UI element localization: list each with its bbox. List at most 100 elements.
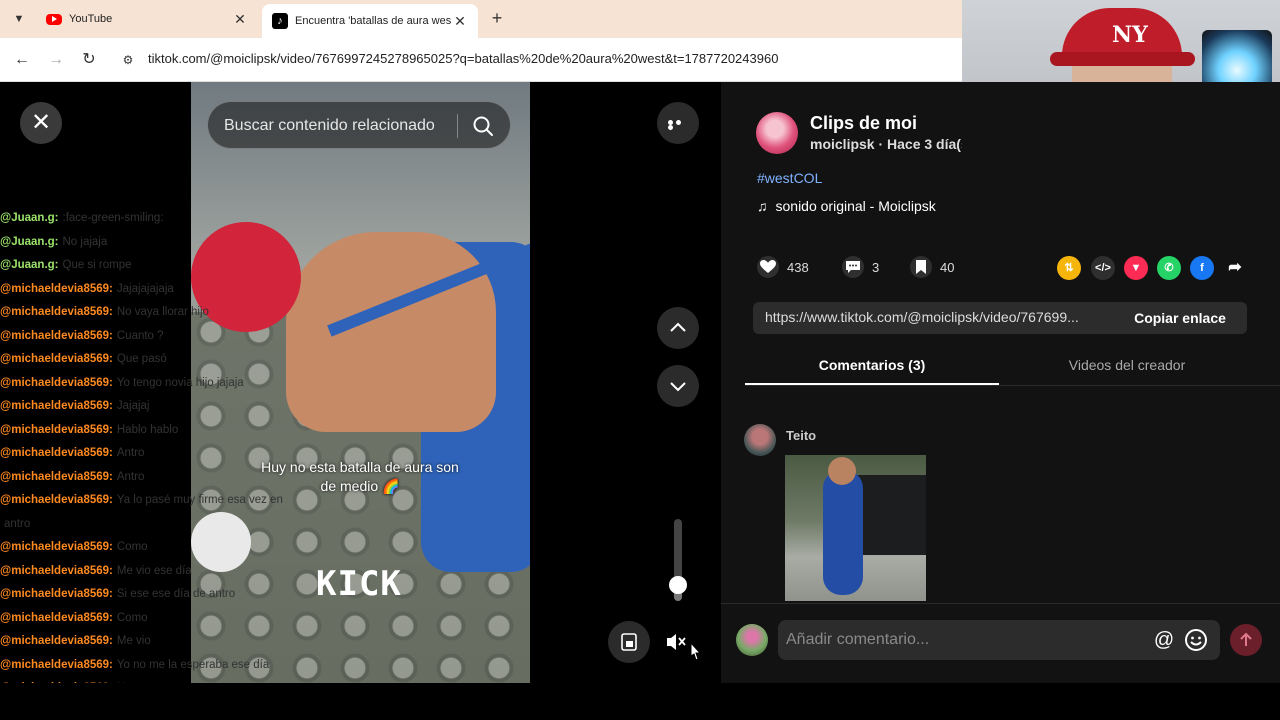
chat-text: Antro (116, 447, 145, 459)
my-avatar (736, 624, 768, 656)
chat-username: @michaeldevia8569: (0, 353, 113, 365)
comment-image-person (823, 470, 863, 595)
chat-username: @michaeldevia8569: (0, 658, 113, 671)
facebook-icon[interactable]: f (1190, 256, 1214, 280)
save-button[interactable]: 40 (910, 256, 954, 278)
emoji-icon[interactable] (1184, 628, 1208, 652)
share-arrow-icon[interactable]: ➦ (1223, 256, 1247, 280)
chat-text: Jajajajajaja (116, 282, 174, 295)
chat-username: @michaeldevia8569: (0, 564, 113, 577)
chat-text: Yo no me la esperaba ese día (116, 658, 270, 671)
more-dots-icon (668, 120, 688, 130)
whatsapp-icon[interactable]: ✆ (1157, 256, 1181, 280)
send-to-friends-icon[interactable]: ▼ (1124, 256, 1148, 280)
video-link-text[interactable]: https://www.tiktok.com/@moiclipsk/video/… (765, 309, 1107, 325)
comment-username[interactable]: Teito (786, 428, 816, 443)
next-video-button[interactable] (657, 365, 699, 407)
search-icon[interactable] (472, 115, 494, 137)
more-options-button[interactable] (657, 102, 699, 144)
mention-icon[interactable]: @ (1152, 628, 1176, 652)
comment-button[interactable]: 3 (842, 256, 879, 278)
close-tab-icon[interactable]: ✕ (232, 11, 248, 28)
comment-image[interactable] (785, 455, 926, 601)
pip-icon (621, 633, 637, 651)
chat-username: @michaeldevia8569: (0, 494, 113, 506)
kick-watermark: KICK (316, 564, 402, 604)
chat-message: @Juaan.g: Que si rompe (0, 259, 330, 283)
mouse-cursor-icon (690, 641, 701, 661)
chat-text: Cuanto ? (116, 329, 164, 342)
tab-title: Encuentra 'batallas de aura wes (295, 15, 452, 27)
copy-link-button[interactable]: Copiar enlace (1113, 302, 1247, 334)
hashtag-link[interactable]: #westCOL (757, 170, 822, 186)
chat-username: @michaeldevia8569: (0, 376, 113, 389)
bottom-strip (0, 683, 1280, 720)
chat-text: Hablo hablo (116, 423, 179, 436)
comment-input[interactable] (786, 620, 1146, 660)
creator-name[interactable]: Clips de moi (810, 113, 917, 134)
cap-logo: NY (1112, 22, 1148, 48)
previous-video-button[interactable] (657, 307, 699, 349)
url-field[interactable]: tiktok.com/@moiclipsk/video/767699724527… (148, 51, 778, 66)
chat-text: No vaya llorar hijo (116, 306, 209, 318)
chat-username: @michaeldevia8569: (0, 588, 113, 600)
chat-text: Jajajaj (116, 400, 150, 412)
tab-comments[interactable]: Comentarios (3) (745, 357, 999, 373)
close-tab-icon[interactable]: ✕ (452, 13, 468, 30)
embed-code-icon[interactable]: </> (1091, 256, 1115, 280)
tab-youtube[interactable]: YouTube ✕ (36, 4, 258, 34)
chat-username: @michaeldevia8569: (0, 306, 113, 318)
chat-message: @michaeldevia8569: Ya lo pasé muy firme e… (0, 494, 330, 518)
chat-text: Yo tengo novia hijo jajaja (116, 376, 244, 389)
site-info-icon[interactable]: ⚙ (119, 51, 137, 69)
new-tab-button[interactable]: + (486, 8, 508, 30)
back-arrow-icon[interactable]: ← (10, 48, 34, 72)
tab-title: YouTube (69, 13, 113, 25)
creator-avatar[interactable] (756, 112, 798, 154)
chat-message: @michaeldevia8569: Si ese ese día de antr… (0, 588, 330, 612)
save-count: 40 (940, 259, 955, 275)
forward-arrow-icon[interactable]: → (44, 48, 68, 72)
search-divider (457, 114, 458, 138)
chat-message: @Juaan.g: No jajaja (0, 236, 330, 260)
tab-tiktok[interactable]: ♪ Encuentra 'batallas de aura wes ✕ (262, 4, 478, 38)
related-search-bar[interactable]: Buscar contenido relacionado (207, 101, 511, 149)
chat-text: No jajaja (62, 235, 108, 248)
chevron-down-icon (670, 382, 686, 392)
address-bar: ← → ↻ ⚙ tiktok.com/@moiclipsk/video/7676… (0, 38, 962, 82)
comment-count: 3 (872, 259, 880, 275)
cap-brim (1050, 52, 1195, 66)
volume-knob[interactable] (669, 575, 687, 594)
reload-icon[interactable]: ↻ (77, 48, 101, 72)
sound-link[interactable]: ♫ sonido original - Moiclipsk (757, 198, 936, 214)
chevron-up-icon (670, 322, 686, 332)
chat-username: @michaeldevia8569: (0, 329, 113, 342)
chat-username: @michaeldevia8569: (0, 282, 113, 295)
chat-text: Si ese ese día de antro (116, 588, 236, 600)
tab-creator-videos[interactable]: Videos del creador (1000, 357, 1254, 373)
post-comment-button[interactable] (1230, 624, 1262, 656)
youtube-icon (46, 13, 62, 25)
video-caption: Huy no esta batalla de aura son de medio… (261, 459, 459, 494)
chat-username: @michaeldevia8569: (0, 611, 113, 624)
chat-message: @michaeldevia8569: Jajajaj (0, 400, 330, 424)
comment-user-avatar[interactable] (744, 424, 776, 456)
like-button[interactable]: 438 (757, 256, 809, 278)
active-tab-indicator (745, 383, 999, 385)
bookmark-icon (910, 256, 932, 278)
repost-icon[interactable]: ⇅ (1057, 256, 1081, 280)
chat-text: Que si rompe (62, 259, 132, 271)
chat-username: @Juaan.g: (0, 235, 59, 248)
chat-username: @michaeldevia8569: (0, 541, 113, 553)
chat-message: @michaeldevia8569: No vaya llorar hijo (0, 306, 330, 330)
arrow-up-icon (1240, 632, 1252, 646)
tiktok-icon: ♪ (272, 13, 288, 29)
comment-input-divider (721, 603, 1280, 604)
chat-username: @michaeldevia8569: (0, 470, 113, 483)
chat-text: Me vio (116, 635, 151, 647)
picture-in-picture-button[interactable] (608, 621, 650, 663)
tab-search-menu-icon[interactable]: ▼ (8, 8, 30, 30)
close-video-button[interactable]: ✕ (20, 102, 62, 144)
chat-text: Ya lo pasé muy firme esa vez en (116, 494, 283, 506)
like-count: 438 (787, 259, 809, 275)
